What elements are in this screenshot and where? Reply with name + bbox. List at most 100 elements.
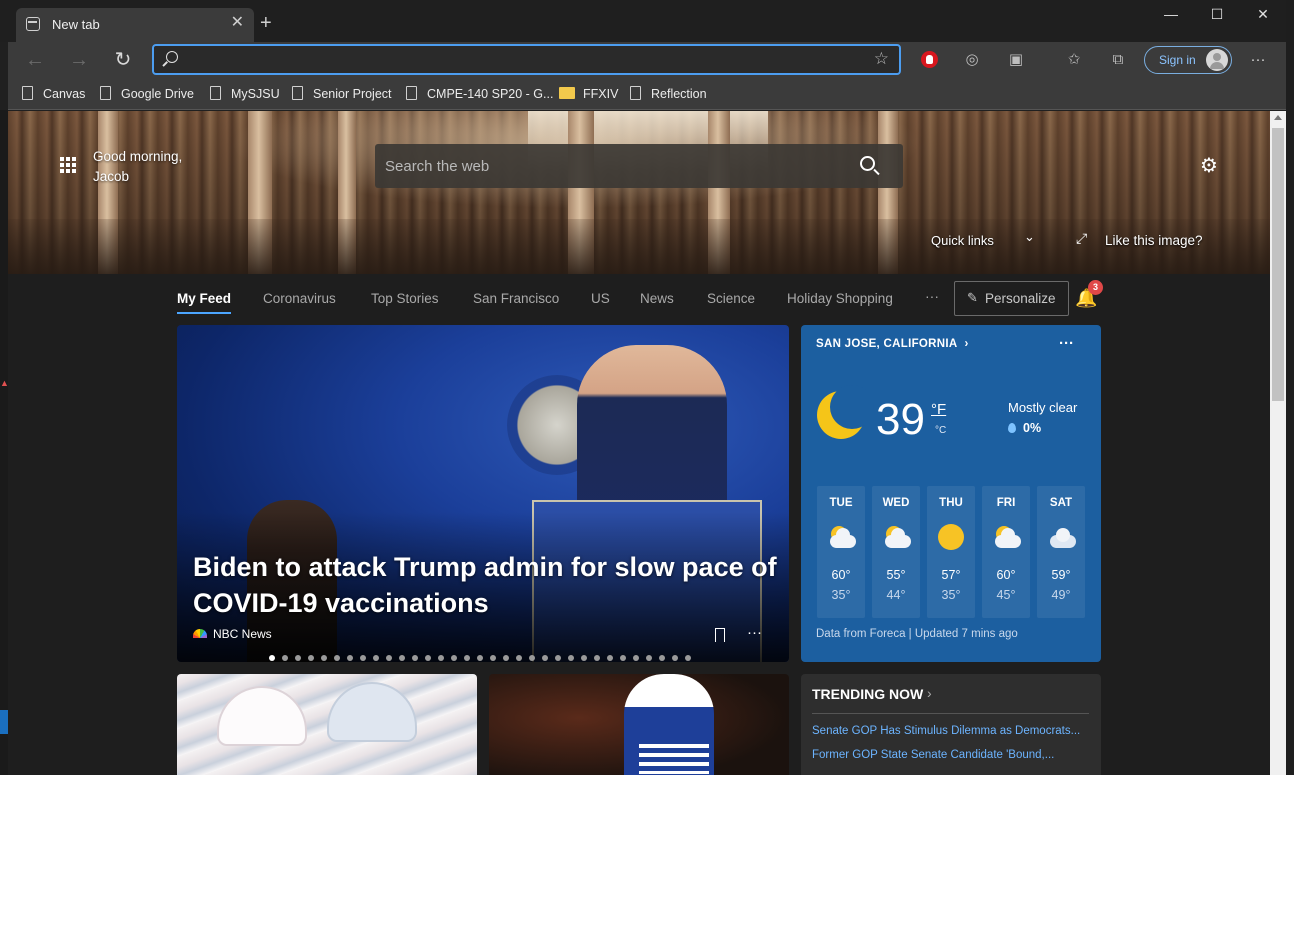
weather-location[interactable]: SAN JOSE, CALIFORNIA › <box>816 338 969 350</box>
story-more-button[interactable]: ··· <box>747 624 762 641</box>
address-bar[interactable]: ☆ <box>152 44 901 75</box>
extension-circle-icon[interactable]: ◎ <box>962 50 982 70</box>
carousel-dot[interactable] <box>321 655 327 661</box>
trending-title[interactable]: TRENDING NOW <box>812 686 923 702</box>
web-search-box[interactable] <box>375 144 903 188</box>
bookmark-mysjsu[interactable]: MySJSU <box>210 84 280 104</box>
carousel-dot[interactable] <box>308 655 314 661</box>
more-tabs-button[interactable]: ··· <box>925 288 939 304</box>
carousel-dot[interactable] <box>347 655 353 661</box>
trending-item[interactable]: Senate GOP Has Stimulus Dilemma as Democ… <box>812 725 1080 737</box>
weather-attribution[interactable]: Data from Foreca | Updated 7 mins ago <box>816 628 1018 640</box>
carousel-dot[interactable] <box>620 655 626 661</box>
carousel-dot[interactable] <box>334 655 340 661</box>
close-tab-icon[interactable]: ✕ <box>231 15 244 31</box>
new-tab-button[interactable]: + <box>260 13 272 33</box>
story-card-shirts[interactable] <box>177 674 477 775</box>
sign-in-button[interactable]: Sign in <box>1144 46 1232 74</box>
quick-links-label[interactable]: Quick links <box>931 233 994 248</box>
maximize-button[interactable]: ☐ <box>1194 6 1240 26</box>
settings-more-icon[interactable]: ··· <box>1248 50 1268 70</box>
carousel-dot[interactable] <box>503 655 509 661</box>
tab-my-feed[interactable]: My Feed <box>177 291 232 314</box>
collections-icon[interactable]: ⧉ <box>1108 50 1128 70</box>
forward-arrow-icon[interactable]: → <box>62 42 96 78</box>
story-card-football[interactable] <box>489 674 789 775</box>
carousel-dot[interactable] <box>295 655 301 661</box>
tab-top-stories[interactable]: Top Stories <box>371 291 439 306</box>
carousel-dot[interactable] <box>685 655 691 661</box>
expand-icon[interactable]: ⤢ <box>1076 230 1087 247</box>
forecast-day[interactable]: FRI 60° 45° <box>982 486 1030 618</box>
weather-card[interactable]: SAN JOSE, CALIFORNIA › ··· 39 °F °C Most… <box>801 325 1101 662</box>
bookmark-cmpe-140[interactable]: CMPE-140 SP20 - G... <box>406 84 553 104</box>
web-search-input[interactable] <box>385 154 825 178</box>
bookmark-canvas[interactable]: Canvas <box>22 84 85 104</box>
refresh-icon[interactable]: ↻ <box>106 42 140 78</box>
bookmark-ffxiv-folder[interactable]: FFXIV <box>559 84 618 104</box>
search-icon[interactable] <box>860 156 875 171</box>
carousel-dot[interactable] <box>490 655 496 661</box>
chevron-down-icon[interactable]: ⌄ <box>1024 229 1035 245</box>
forecast-day[interactable]: THU 57° 35° <box>927 486 975 618</box>
top-story-card[interactable]: Biden to attack Trump admin for slow pac… <box>177 325 789 662</box>
carousel-dot[interactable] <box>555 655 561 661</box>
tab-holiday-shopping[interactable]: Holiday Shopping <box>787 291 893 306</box>
tab-new-tab[interactable]: New tab ✕ <box>16 8 254 42</box>
carousel-dot[interactable] <box>282 655 288 661</box>
tab-us[interactable]: US <box>591 291 610 306</box>
app-launcher-icon[interactable] <box>60 157 76 173</box>
carousel-dot[interactable] <box>386 655 392 661</box>
close-window-button[interactable]: ✕ <box>1240 6 1286 26</box>
favorites-icon[interactable]: ✩ <box>1064 50 1084 70</box>
carousel-dot[interactable] <box>529 655 535 661</box>
carousel-dot[interactable] <box>438 655 444 661</box>
vertical-scrollbar[interactable] <box>1270 111 1286 775</box>
carousel-dot[interactable] <box>646 655 652 661</box>
carousel-dot[interactable] <box>568 655 574 661</box>
carousel-dot[interactable] <box>425 655 431 661</box>
carousel-dot[interactable] <box>399 655 405 661</box>
story-headline[interactable]: Biden to attack Trump admin for slow pac… <box>193 549 783 621</box>
carousel-dot[interactable] <box>594 655 600 661</box>
like-image-label[interactable]: Like this image? <box>1105 233 1203 248</box>
carousel-dot[interactable] <box>672 655 678 661</box>
forecast-day[interactable]: SAT 59° 49° <box>1037 486 1085 618</box>
carousel-dot[interactable] <box>633 655 639 661</box>
tab-news[interactable]: News <box>640 291 674 306</box>
personalize-button[interactable]: ✎ Personalize <box>954 281 1069 316</box>
carousel-dot[interactable] <box>516 655 522 661</box>
carousel-dot[interactable] <box>451 655 457 661</box>
scrollbar-thumb[interactable] <box>1272 128 1284 401</box>
tab-san-francisco[interactable]: San Francisco <box>473 291 559 306</box>
trending-item[interactable]: Former GOP State Senate Candidate 'Bound… <box>812 749 1054 761</box>
carousel-dot[interactable] <box>607 655 613 661</box>
unit-fahrenheit[interactable]: °F <box>931 401 946 418</box>
forecast-day[interactable]: TUE 60° 35° <box>817 486 865 618</box>
carousel-dot[interactable] <box>477 655 483 661</box>
bookmark-icon[interactable] <box>715 628 725 642</box>
unit-celsius[interactable]: °C <box>935 425 946 436</box>
carousel-dot[interactable] <box>269 655 275 661</box>
carousel-dot[interactable] <box>659 655 665 661</box>
address-input[interactable] <box>190 49 870 71</box>
minimize-button[interactable]: — <box>1148 6 1194 26</box>
favorite-star-icon[interactable]: ☆ <box>874 49 889 69</box>
weather-more-button[interactable]: ··· <box>1059 335 1074 352</box>
carousel-dot[interactable] <box>360 655 366 661</box>
tab-coronavirus[interactable]: Coronavirus <box>263 291 336 306</box>
bookmark-google-drive[interactable]: Google Drive <box>100 84 194 104</box>
forecast-day[interactable]: WED 55° 44° <box>872 486 920 618</box>
adblock-extension-icon[interactable] <box>921 51 938 68</box>
extension-ui-icon[interactable]: ▣ <box>1006 50 1026 70</box>
scroll-up-arrow-icon[interactable] <box>1274 115 1282 120</box>
bookmark-senior-project[interactable]: Senior Project <box>292 84 392 104</box>
back-arrow-icon[interactable]: ← <box>18 42 52 78</box>
carousel-dot[interactable] <box>412 655 418 661</box>
chevron-right-icon[interactable]: › <box>927 685 932 701</box>
carousel-dot[interactable] <box>542 655 548 661</box>
carousel-dot[interactable] <box>464 655 470 661</box>
carousel-dot[interactable] <box>373 655 379 661</box>
carousel-dot[interactable] <box>581 655 587 661</box>
gear-icon[interactable]: ⚙ <box>1198 155 1220 177</box>
